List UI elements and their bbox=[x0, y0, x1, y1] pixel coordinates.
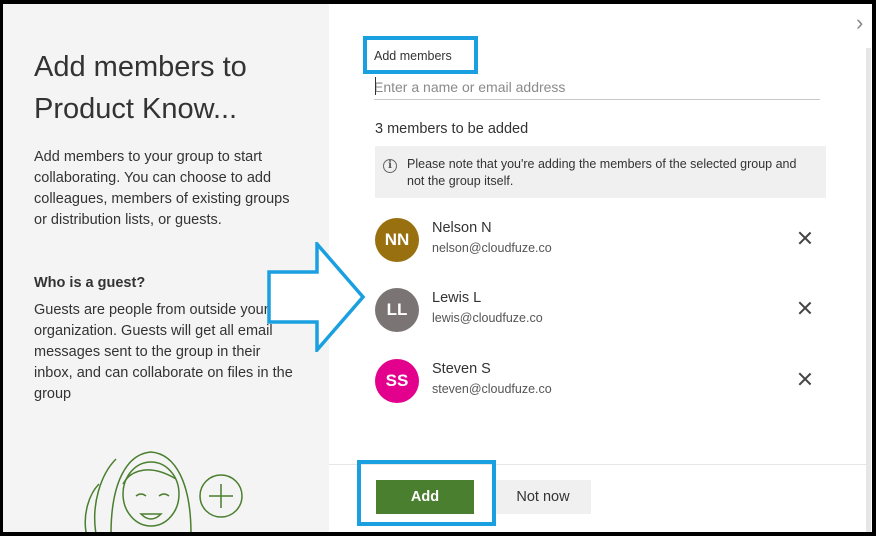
members-count: 3 members to be added bbox=[375, 121, 529, 137]
avatar: LL bbox=[375, 288, 419, 332]
arrow-right-icon bbox=[267, 242, 366, 352]
person-add-illustration bbox=[84, 451, 243, 532]
avatar: SS bbox=[375, 359, 419, 403]
guest-description: Guests are people from outside your orga… bbox=[34, 302, 293, 402]
member-name: Nelson N bbox=[432, 220, 492, 236]
avatar: NN bbox=[375, 218, 419, 262]
member-email: nelson@cloudfuze.co bbox=[432, 241, 552, 255]
highlight-box-add bbox=[357, 460, 496, 526]
member-name: Lewis L bbox=[432, 290, 482, 306]
not-now-button[interactable]: Not now bbox=[495, 480, 591, 514]
guest-heading: Who is a guest? bbox=[34, 275, 146, 291]
remove-icon[interactable] bbox=[795, 369, 815, 389]
member-email: steven@cloudfuze.co bbox=[432, 382, 552, 396]
notice-text: Please note that you're adding the membe… bbox=[407, 157, 797, 188]
group-notice: i Please note that you're adding the mem… bbox=[375, 146, 826, 198]
dialog-frame: Add members to Product Know... Add membe… bbox=[3, 4, 872, 532]
text-caret bbox=[375, 77, 376, 95]
remove-icon[interactable] bbox=[795, 298, 815, 318]
member-row: SS Steven S steven@cloudfuze.co bbox=[375, 359, 826, 409]
info-icon: i bbox=[383, 159, 397, 173]
close-icon[interactable]: › bbox=[856, 12, 872, 34]
page-title: Add members to Product Know... bbox=[34, 51, 247, 125]
member-row: NN Nelson N nelson@cloudfuze.co bbox=[375, 218, 826, 268]
remove-icon[interactable] bbox=[795, 228, 815, 248]
panel-description: Add members to your group to start colla… bbox=[34, 149, 290, 228]
scrollbar[interactable] bbox=[866, 48, 871, 532]
member-name: Steven S bbox=[432, 361, 491, 377]
member-search-input[interactable] bbox=[374, 74, 820, 100]
member-row: LL Lewis L lewis@cloudfuze.co bbox=[375, 288, 826, 338]
member-email: lewis@cloudfuze.co bbox=[432, 311, 543, 325]
highlight-box-label bbox=[363, 36, 478, 74]
add-members-panel: › Add members 3 members to be added i Pl… bbox=[329, 4, 872, 532]
